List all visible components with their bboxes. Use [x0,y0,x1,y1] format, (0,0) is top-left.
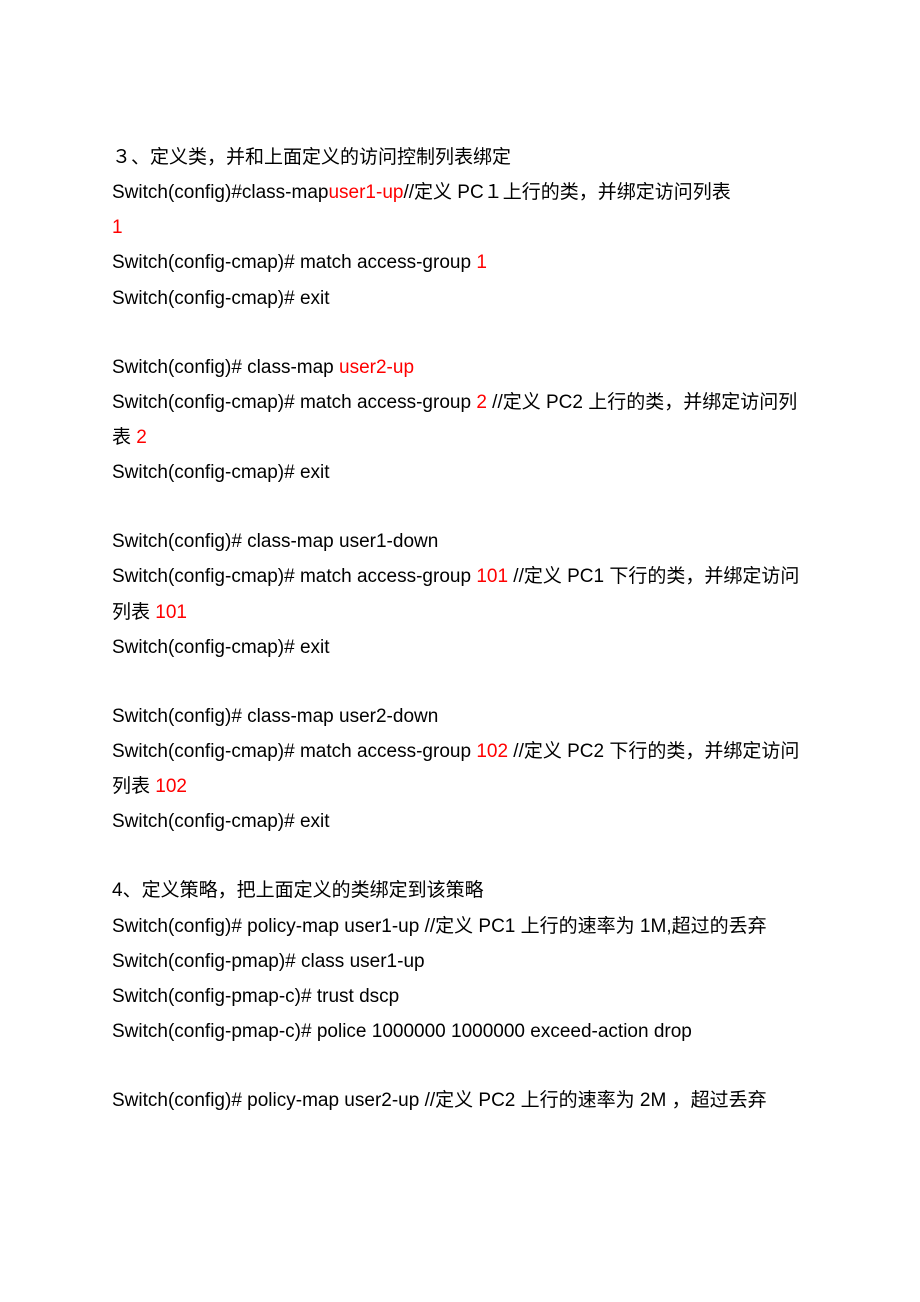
arg-list-1: 1 [112,210,808,245]
section3-title: ３、定义类，并和上面定义的访问控制列表绑定 [112,140,808,175]
cmd-match-ag-2: Switch(config-cmap)# match access-group … [112,385,808,455]
cmd-exit: Switch(config-cmap)# exit [112,281,808,316]
arg-101: 101 [476,566,508,587]
section-3-block-3: Switch(config)# class-map user1-down Swi… [112,524,808,665]
cmd-text: Switch(config-cmap)# match access-group [112,392,476,413]
cmd-police-1m: Switch(config-pmap-c)# police 1000000 10… [112,1014,808,1049]
cmd-text: Switch(config-cmap)# match access-group [112,741,476,762]
section-4-block-1: 4、定义策略，把上面定义的类绑定到该策略 Switch(config)# pol… [112,873,808,1049]
document-page: ３、定义类，并和上面定义的访问控制列表绑定 Switch(config)#cla… [0,0,920,1212]
cmd-match-ag-101: Switch(config-cmap)# match access-group … [112,559,808,629]
cmd-text: Switch(config)# class-map [112,357,339,378]
arg-list-2: 2 [136,427,147,448]
cmd-policymap-user1up: Switch(config)# policy-map user1-up //定义… [112,909,808,944]
arg-list-102: 102 [155,776,187,797]
cmd-text: Switch(config-cmap)# match access-group [112,566,476,587]
cmd-text: Switch(config-cmap)# match access-group [112,252,476,273]
cmd-match-ag-102: Switch(config-cmap)# match access-group … [112,734,808,804]
comment-text: //定义 PC１上行的类，并绑定访问列表 [403,182,730,203]
section-4-block-2: Switch(config)# policy-map user2-up //定义… [112,1083,808,1118]
cmd-match-ag-1: Switch(config-cmap)# match access-group … [112,245,808,280]
arg-102: 102 [476,741,508,762]
cmd-text: Switch(config)#class-map [112,182,328,203]
cmd-classmap-user1down: Switch(config)# class-map user1-down [112,524,808,559]
arg-user1-up: user1-up [328,182,403,203]
arg-user2-up: user2-up [339,357,414,378]
section-3-block-1: ３、定义类，并和上面定义的访问控制列表绑定 Switch(config)#cla… [112,140,808,316]
cmd-policymap-user2up: Switch(config)# policy-map user2-up //定义… [112,1083,808,1118]
arg-list-101: 101 [155,602,187,623]
arg-1: 1 [476,252,487,273]
cmd-classmap-user1up: Switch(config)#class-mapuser1-up//定义 PC１… [112,175,808,210]
cmd-classmap-user2down: Switch(config)# class-map user2-down [112,699,808,734]
cmd-trust-dscp: Switch(config-pmap-c)# trust dscp [112,979,808,1014]
section-3-block-2: Switch(config)# class-map user2-up Switc… [112,350,808,491]
section-3-block-4: Switch(config)# class-map user2-down Swi… [112,699,808,840]
arg-2: 2 [476,392,487,413]
cmd-classmap-user2up: Switch(config)# class-map user2-up [112,350,808,385]
cmd-exit: Switch(config-cmap)# exit [112,804,808,839]
cmd-exit: Switch(config-cmap)# exit [112,455,808,490]
cmd-exit: Switch(config-cmap)# exit [112,630,808,665]
cmd-class-user1up: Switch(config-pmap)# class user1-up [112,944,808,979]
section4-title: 4、定义策略，把上面定义的类绑定到该策略 [112,873,808,908]
